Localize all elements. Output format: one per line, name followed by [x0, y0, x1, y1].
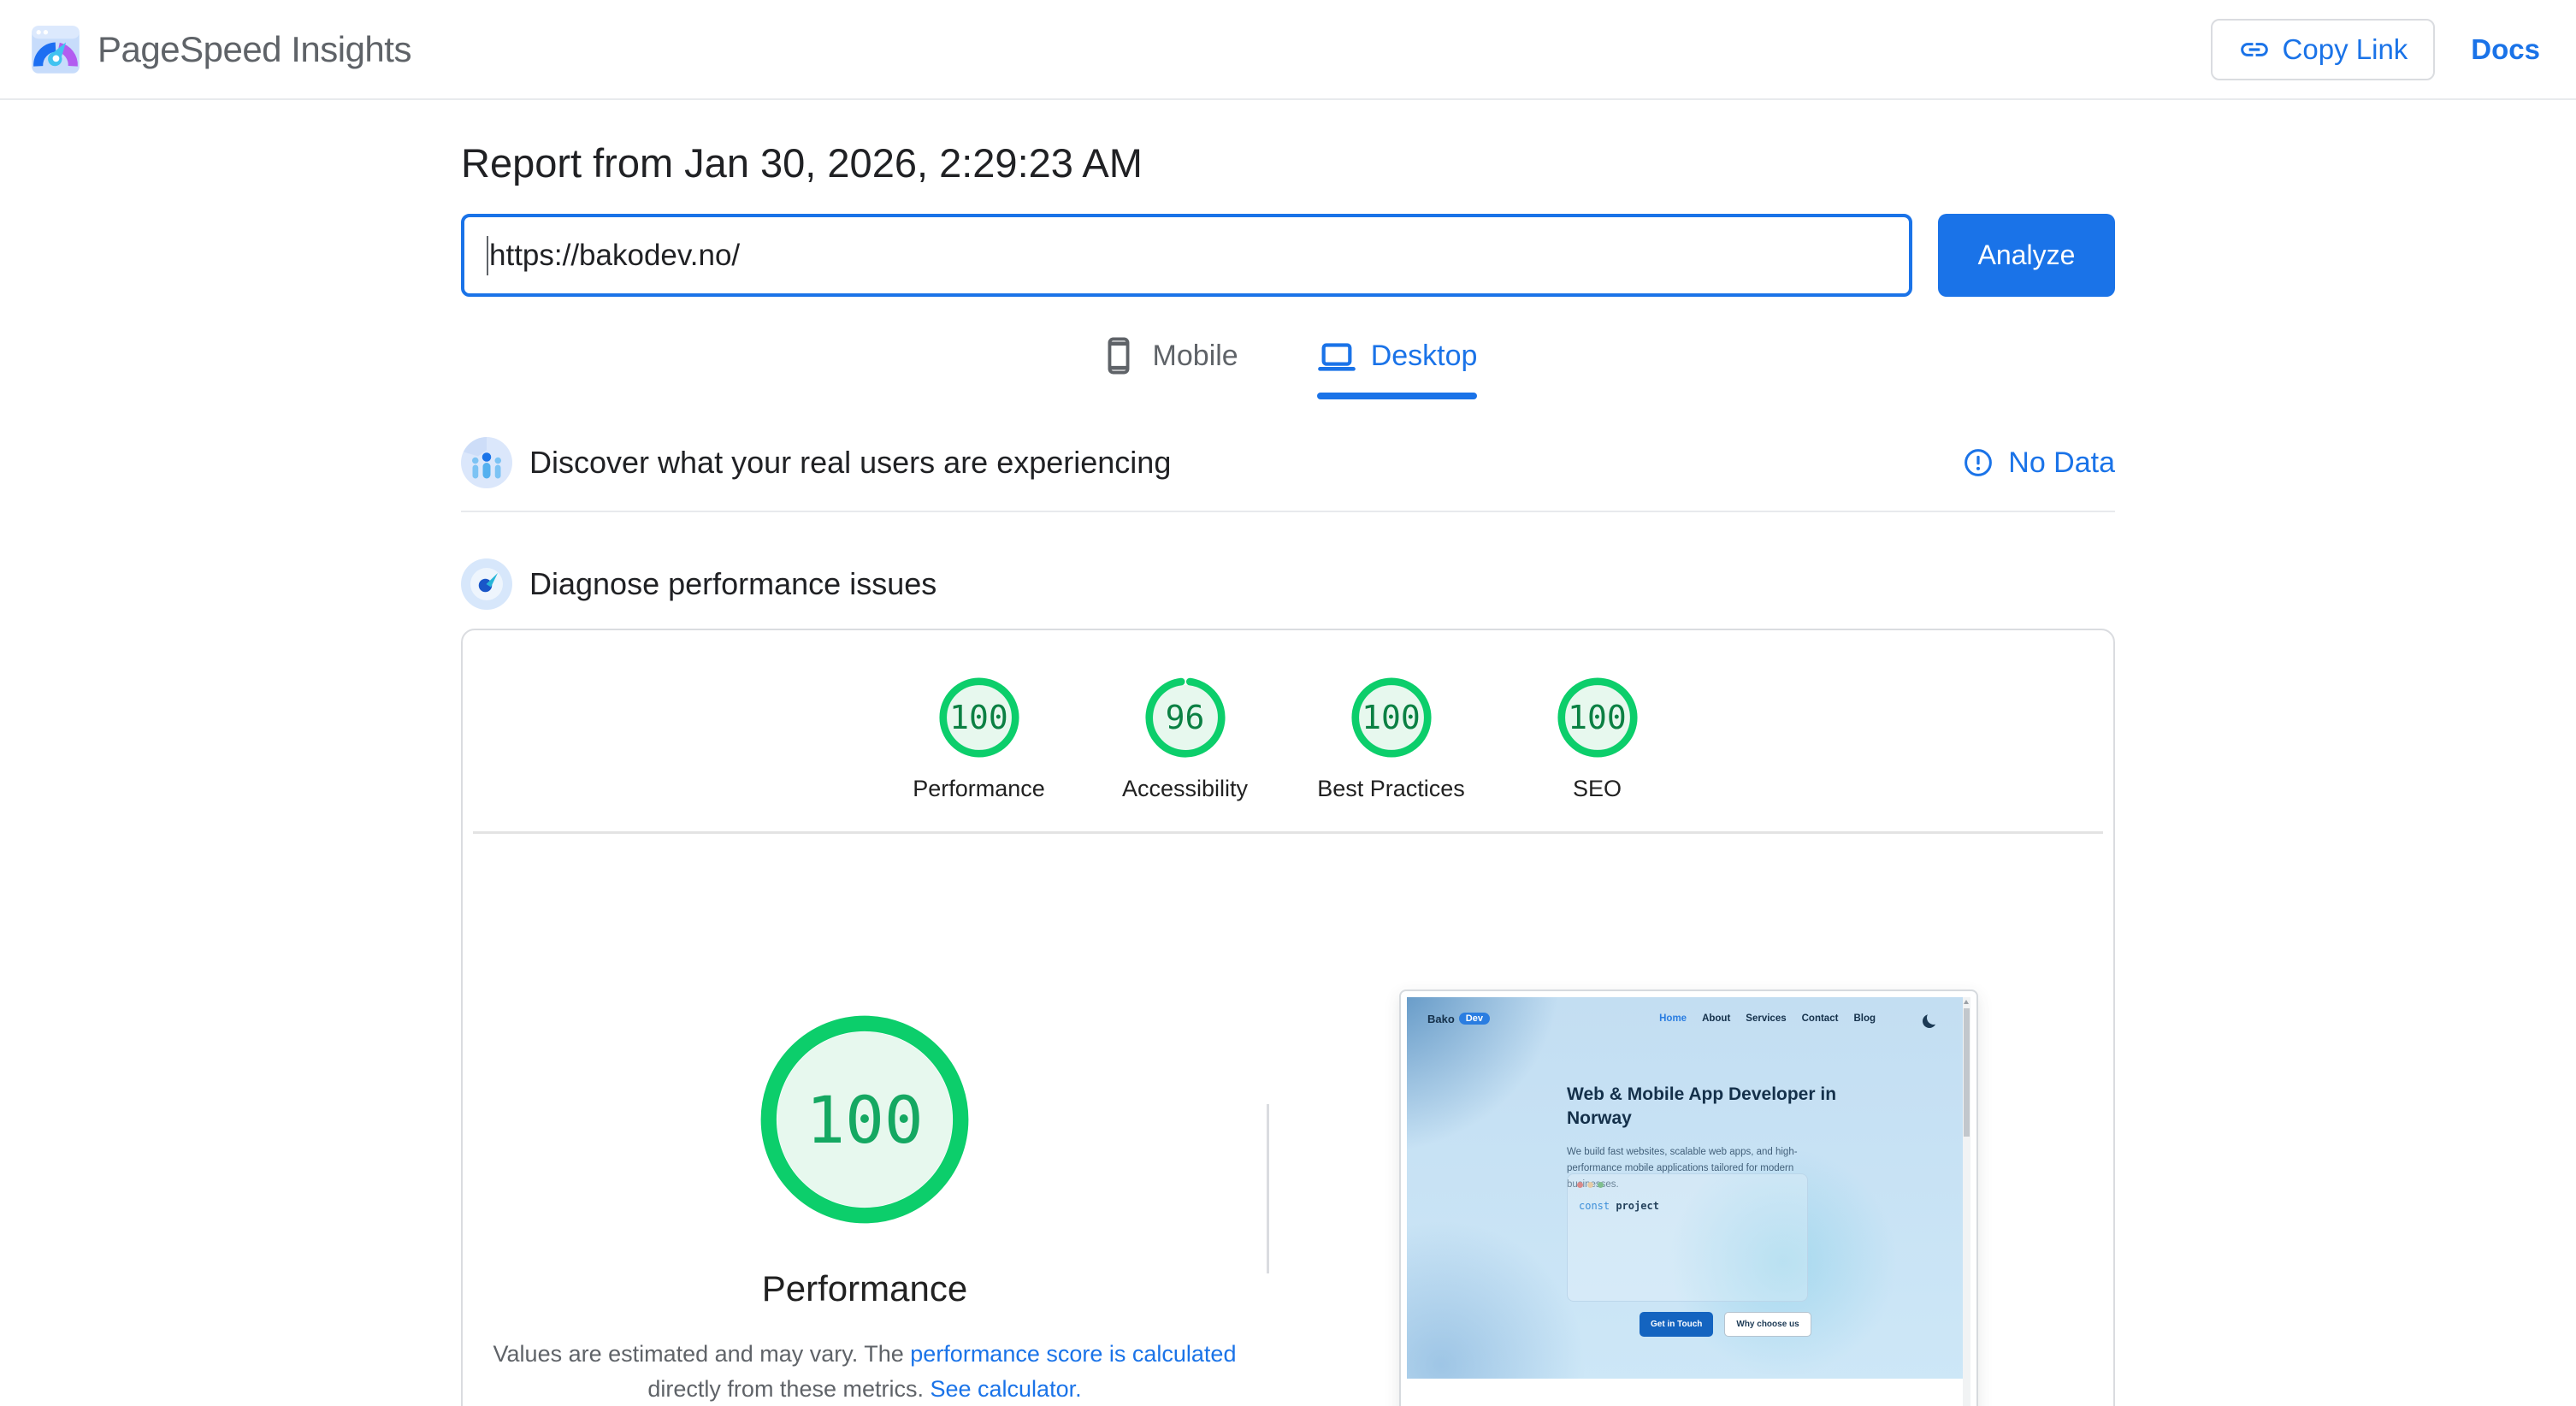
site-code-line: const project — [1579, 1200, 1807, 1212]
copy-link-label: Copy Link — [2282, 32, 2408, 65]
yellow-dot — [1587, 1182, 1593, 1188]
green-dot — [1598, 1182, 1604, 1188]
discover-section-row: Discover what your real users are experi… — [461, 437, 2115, 488]
link-icon — [2240, 42, 2268, 56]
score-category-label: SEO — [1572, 776, 1622, 801]
disclaimer-text-1: Values are estimated and may vary. The — [493, 1341, 911, 1367]
traffic-light-dots — [1568, 1174, 1807, 1188]
site-nav: Home About Services Contact Blog — [1659, 1013, 1876, 1024]
site-cta-row: Get in Touch Why choose us — [1640, 1312, 1811, 1337]
site-nav-services: Services — [1746, 1013, 1787, 1024]
red-dot — [1577, 1182, 1583, 1188]
moon-icon — [1927, 1011, 1941, 1025]
pagespeed-gauge-icon — [32, 25, 80, 74]
site-screenshot: Bako Dev Home About Services Contact Blo… — [1407, 997, 1970, 1406]
no-data-label: No Data — [2008, 446, 2115, 479]
tab-mobile-label: Mobile — [1152, 339, 1238, 372]
no-data-status[interactable]: No Data — [1963, 446, 2115, 480]
site-scrollbar — [1963, 997, 1970, 1406]
users-icon — [461, 437, 512, 488]
site-code-card: const project — [1567, 1173, 1808, 1302]
url-input[interactable]: https://bakodev.no/ — [461, 214, 1912, 297]
copy-link-button[interactable]: Copy Link — [2210, 18, 2436, 80]
vertical-divider — [1267, 1104, 1269, 1273]
site-nav-blog: Blog — [1853, 1013, 1876, 1024]
site-hero-heading: Web & Mobile App Developer in Norway — [1567, 1084, 1837, 1128]
performance-score-value: 100 — [806, 1081, 924, 1158]
site-brand: Bako Dev — [1427, 1013, 1490, 1025]
performance-detail-area: 100 Performance Values are estimated and… — [463, 990, 2113, 1406]
score-ring: 100 — [938, 676, 1020, 759]
page-screenshot-thumbnail[interactable]: Bako Dev Home About Services Contact Blo… — [1399, 990, 1978, 1406]
code-identifier: project — [1616, 1200, 1659, 1212]
diagnose-section-label: Diagnose performance issues — [529, 566, 937, 601]
code-keyword: const — [1579, 1200, 1610, 1212]
app-title: PageSpeed Insights — [97, 28, 411, 69]
score-category-label: Best Practices — [1317, 776, 1465, 801]
report-title: Report from Jan 30, 2026, 2:29:23 AM — [461, 140, 1143, 186]
score-ring: 96 — [1144, 676, 1226, 759]
analyze-button[interactable]: Analyze — [1938, 214, 2115, 297]
score-category-label: Accessibility — [1121, 776, 1249, 801]
scrollbar-up-arrow — [1964, 1000, 1969, 1004]
gauge-icon — [461, 558, 512, 610]
main-content: Report from Jan 30, 2026, 2:29:23 AM htt… — [461, 139, 2115, 1406]
score-value: 100 — [949, 699, 1008, 736]
text-caret — [487, 235, 488, 275]
device-tabs: Mobile Desktop — [461, 336, 2115, 399]
score-value: 100 — [1568, 699, 1627, 736]
site-brand-name: Bako — [1427, 1012, 1455, 1025]
site-nav-about: About — [1702, 1013, 1731, 1024]
docs-link[interactable]: Docs — [2471, 33, 2540, 66]
site-get-in-touch-button: Get in Touch — [1640, 1312, 1714, 1337]
site-brand-badge: Dev — [1458, 1013, 1490, 1025]
performance-gauge-label: Performance — [761, 1268, 968, 1309]
tab-mobile[interactable]: Mobile — [1099, 336, 1238, 399]
tab-indicator — [1316, 393, 1478, 399]
category-score[interactable]: 100 Best Practices — [1306, 676, 1477, 802]
tab-desktop[interactable]: Desktop — [1316, 336, 1478, 399]
category-score[interactable]: 100 SEO — [1512, 676, 1683, 802]
url-value: https://bakodev.no/ — [489, 238, 741, 272]
score-ring: 100 — [1557, 676, 1639, 759]
see-calculator-link[interactable]: See calculator. — [930, 1376, 1081, 1402]
score-category-label: Performance — [913, 776, 1045, 801]
site-nav-home: Home — [1659, 1013, 1687, 1024]
score-value: 100 — [1362, 699, 1421, 736]
disclaimer-text-2: directly from these metrics. — [647, 1376, 931, 1402]
site-header: Bako Dev Home About Services Contact Blo… — [1407, 997, 1963, 1040]
site-why-choose-us-button: Why choose us — [1724, 1312, 1811, 1337]
category-score[interactable]: 96 Accessibility — [1100, 676, 1271, 802]
card-divider — [473, 831, 2103, 834]
tab-desktop-label: Desktop — [1370, 339, 1478, 372]
laptop-icon — [1317, 343, 1356, 371]
site-below-fold — [1407, 1379, 1963, 1406]
site-nav-contact: Contact — [1801, 1013, 1839, 1024]
category-score[interactable]: 100 Performance — [894, 676, 1065, 802]
score-disclaimer: Values are estimated and may vary. The p… — [493, 1337, 1237, 1406]
top-bar: PageSpeed Insights Copy Link Docs — [0, 0, 2576, 100]
brand[interactable]: PageSpeed Insights — [31, 25, 411, 74]
performance-gauge-column: 100 Performance Values are estimated and… — [463, 990, 1267, 1406]
score-value: 96 — [1165, 699, 1205, 736]
diagnose-section-row: Diagnose performance issues — [461, 558, 2115, 610]
report-card: 100 Performance 96 Accessibility 100 Bes… — [461, 629, 2115, 1406]
smartphone-icon — [1108, 337, 1130, 375]
section-divider — [461, 511, 2115, 512]
category-scores-row: 100 Performance 96 Accessibility 100 Bes… — [463, 630, 2113, 802]
scrollbar-thumb — [1964, 1008, 1970, 1137]
calc-explanation-link[interactable]: performance score is calculated — [910, 1341, 1236, 1367]
score-ring: 100 — [1350, 676, 1433, 759]
discover-section-label: Discover what your real users are experi… — [529, 445, 1172, 480]
performance-gauge[interactable]: 100 — [760, 1015, 969, 1224]
info-icon — [1964, 449, 1993, 476]
url-row: https://bakodev.no/ Analyze — [461, 214, 2115, 297]
